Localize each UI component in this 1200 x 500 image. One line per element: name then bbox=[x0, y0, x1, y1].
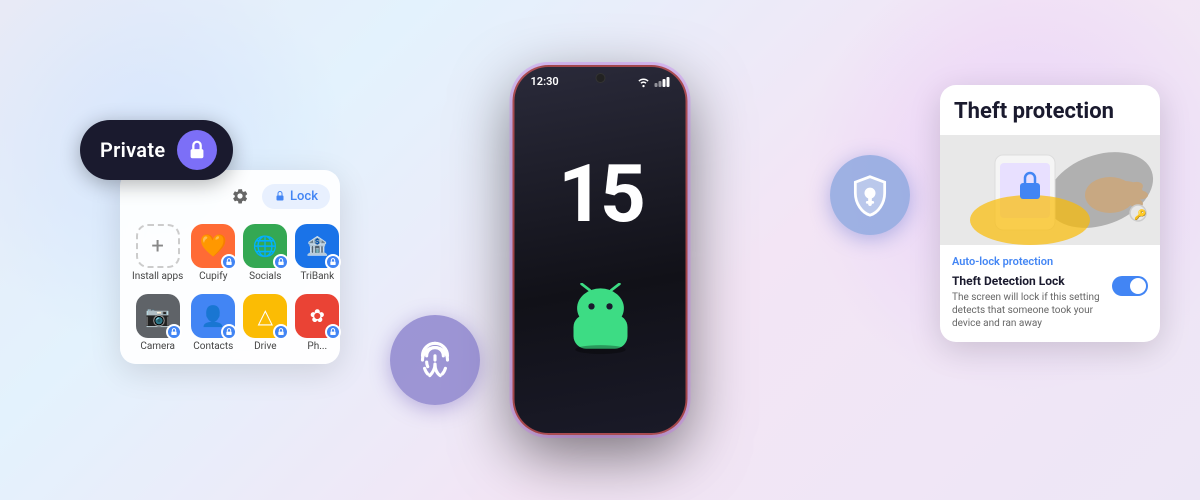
shield-bubble bbox=[830, 155, 910, 235]
phone-status-icons bbox=[637, 76, 670, 88]
gear-icon[interactable] bbox=[226, 182, 254, 210]
signal-bars bbox=[655, 77, 670, 87]
auto-lock-label: Auto-lock protection bbox=[952, 255, 1148, 268]
app-badge bbox=[221, 324, 237, 340]
app-grid: + Install apps 🧡 Cupify 🌐 bbox=[130, 220, 330, 356]
app-label: Install apps bbox=[132, 271, 183, 282]
app-badge bbox=[166, 324, 182, 340]
app-badge bbox=[273, 254, 289, 270]
list-item[interactable]: 🏦 TriBank bbox=[293, 220, 341, 286]
theft-card-image: 🔑 bbox=[940, 135, 1160, 245]
camera-icon: 📷 bbox=[136, 294, 180, 338]
theft-detection-row: Theft Detection Lock The screen will loc… bbox=[952, 274, 1148, 330]
tribank-icon: 🏦 bbox=[295, 224, 339, 268]
phone-time: 12:30 bbox=[531, 75, 559, 88]
app-grid-panel: Lock + Install apps 🧡 Cupify bbox=[120, 170, 340, 364]
theft-detection-desc: The screen will lock if this setting det… bbox=[952, 291, 1104, 330]
cupify-icon: 🧡 bbox=[191, 224, 235, 268]
phone-inner: 12:30 15 bbox=[515, 67, 686, 433]
theft-card-title: Theft protection bbox=[940, 85, 1160, 135]
lock-icon bbox=[186, 139, 208, 161]
photos-icon: ✿ bbox=[295, 294, 339, 338]
app-label: Socials bbox=[249, 271, 281, 282]
theft-card-bottom: Auto-lock protection Theft Detection Loc… bbox=[940, 245, 1160, 342]
list-item[interactable]: 🧡 Cupify bbox=[189, 220, 237, 286]
fingerprint-bubble bbox=[390, 315, 480, 405]
app-label: Camera bbox=[140, 341, 175, 352]
fingerprint-icon bbox=[410, 335, 460, 385]
phone: 12:30 15 bbox=[513, 65, 688, 435]
app-label: Ph... bbox=[307, 341, 327, 352]
private-label: Private bbox=[100, 138, 165, 162]
app-badge bbox=[325, 254, 341, 270]
list-item[interactable]: 📷 Camera bbox=[130, 290, 185, 356]
app-badge bbox=[273, 324, 289, 340]
app-label: Cupify bbox=[199, 271, 227, 282]
list-item[interactable]: 🌐 Socials bbox=[241, 220, 289, 286]
contacts-icon: 👤 bbox=[191, 294, 235, 338]
phone-camera bbox=[595, 73, 605, 83]
scene: Private Lock bbox=[0, 0, 1200, 500]
list-item[interactable]: ✿ Ph... bbox=[293, 290, 341, 356]
list-item[interactable]: + Install apps bbox=[130, 220, 185, 286]
list-item[interactable]: 👤 Contacts bbox=[189, 290, 237, 356]
phone-status-bar: 12:30 bbox=[515, 67, 686, 88]
app-label: TriBank bbox=[300, 271, 334, 282]
shield-key-icon bbox=[848, 173, 892, 217]
socials-icon: 🌐 bbox=[243, 224, 287, 268]
private-lock-circle bbox=[177, 130, 217, 170]
app-label: Contacts bbox=[193, 341, 233, 352]
android-mascot bbox=[555, 283, 645, 353]
app-grid-toolbar: Lock bbox=[130, 182, 330, 210]
app-badge bbox=[221, 254, 237, 270]
theft-detection-title: Theft Detection Lock bbox=[952, 274, 1104, 288]
install-apps-icon: + bbox=[136, 224, 180, 268]
theft-detection-toggle[interactable] bbox=[1112, 276, 1148, 296]
theft-protection-card: Theft protection bbox=[940, 85, 1160, 342]
app-badge bbox=[325, 324, 341, 340]
phone-number: 15 bbox=[558, 147, 642, 241]
drive-icon: △ bbox=[243, 294, 287, 338]
theft-detection-text: Theft Detection Lock The screen will loc… bbox=[952, 274, 1104, 330]
app-label: Drive bbox=[254, 341, 276, 352]
lock-btn-label: Lock bbox=[290, 189, 318, 204]
list-item[interactable]: △ Drive bbox=[241, 290, 289, 356]
lock-button[interactable]: Lock bbox=[262, 184, 330, 209]
svg-text:🔑: 🔑 bbox=[1134, 208, 1147, 221]
private-pill: Private bbox=[80, 120, 233, 180]
